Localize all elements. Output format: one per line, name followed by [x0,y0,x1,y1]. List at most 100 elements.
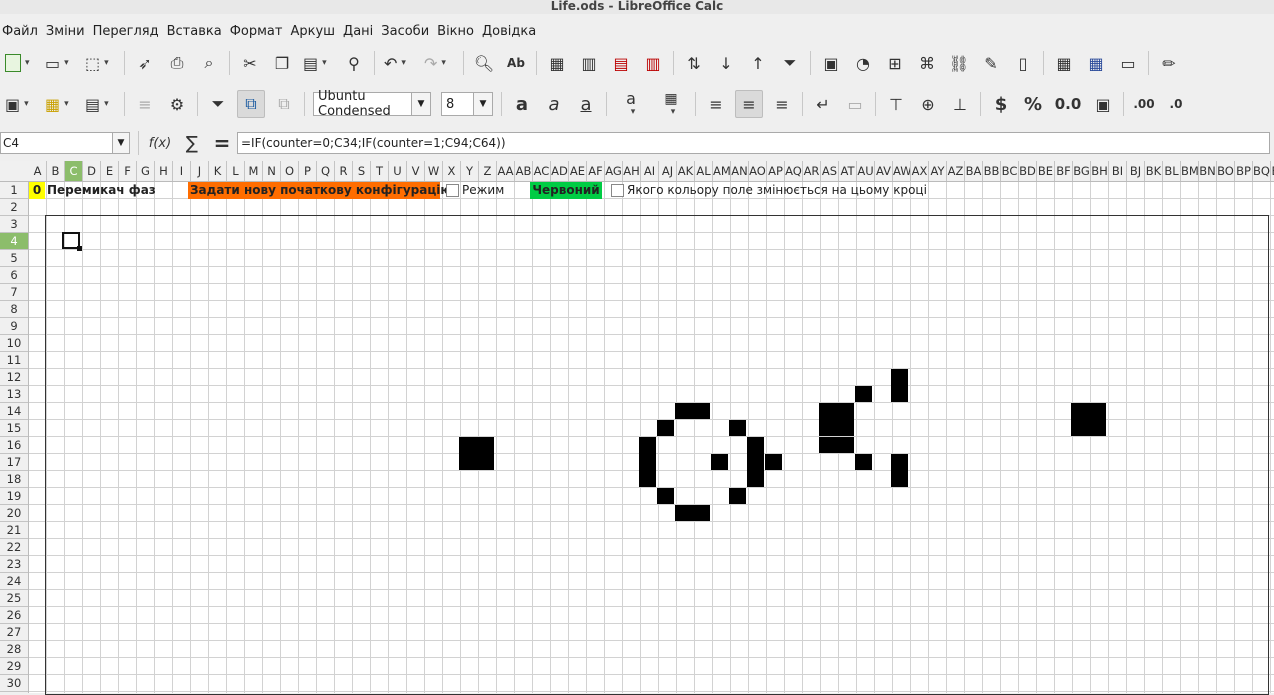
column-header[interactable]: BH [1091,161,1109,181]
row-header[interactable]: 4 [0,233,28,250]
cut-icon[interactable]: ✂ [237,50,263,76]
column-header[interactable]: AG [605,161,623,181]
image-icon[interactable]: ▣ [3,91,37,117]
column-icon[interactable]: ▥ [576,50,602,76]
name-box[interactable]: C4 ▼ [0,132,130,154]
row-header[interactable]: 21 [0,522,28,539]
row-header[interactable]: 19 [0,488,28,505]
row-header[interactable]: 12 [0,369,28,386]
formula-input[interactable]: =IF(counter=0;C34;IF(counter=1;C94;C64)) [237,132,1270,154]
filter-icon[interactable]: ⏷ [205,91,231,117]
column-header[interactable]: BK [1145,161,1163,181]
bold-button[interactable]: a [509,91,535,117]
column-header[interactable]: AS [821,161,839,181]
draw-functions-icon[interactable]: ✏ [1156,50,1182,76]
column-header[interactable]: Z [479,161,497,181]
align-left-icon[interactable]: ≡ [703,91,729,117]
find-replace-icon[interactable]: 🔍︎ [471,50,497,76]
selected-cell[interactable] [62,232,82,251]
row-header[interactable]: 22 [0,539,28,556]
column-header[interactable]: Q [317,161,335,181]
sum-button[interactable]: ∑ [177,133,207,154]
export-pdf-icon[interactable]: ➶ [132,50,158,76]
column-header[interactable]: R [335,161,353,181]
row-header[interactable]: 24 [0,573,28,590]
column-header[interactable]: AO [749,161,767,181]
chevron-down-icon[interactable]: ▼ [473,93,492,115]
italic-button[interactable]: a [541,91,567,117]
column-header[interactable]: AM [713,161,731,181]
column-header[interactable]: X [443,161,461,181]
column-header[interactable]: N [263,161,281,181]
row-header[interactable]: 3 [0,216,28,233]
row-header[interactable]: 10 [0,335,28,352]
font-size-box[interactable]: 8 ▼ [441,92,493,116]
split-window-icon[interactable]: ▭ [1115,50,1141,76]
column-header[interactable]: BA [965,161,983,181]
menu-window[interactable]: Вікно [437,24,482,39]
row-header[interactable]: 6 [0,267,28,284]
align-center-icon[interactable]: ≡ [735,90,763,118]
column-header[interactable]: BM [1181,161,1199,181]
currency-button[interactable]: $ [988,91,1014,117]
insert-chart-icon[interactable]: ◔ [850,50,876,76]
wrap-text-icon[interactable]: ↵ [810,91,836,117]
row-header[interactable]: 1 [0,182,28,199]
sort-icon[interactable]: ⇅ [681,50,707,76]
column-header[interactable]: S [353,161,371,181]
line-style-icon[interactable]: ≡ [132,91,158,117]
border-style-icon[interactable]: ▤ [83,91,117,117]
column-header[interactable]: BC [1001,161,1019,181]
column-header[interactable]: AH [623,161,641,181]
row-header[interactable]: 28 [0,641,28,658]
column-header[interactable]: BE [1037,161,1055,181]
menu-tools[interactable]: Засоби [381,24,437,39]
column-header[interactable]: F [119,161,137,181]
open-icon[interactable]: ▭ [43,50,77,76]
menu-edit[interactable]: Зміни [46,24,93,39]
column-header[interactable]: H [155,161,173,181]
merge-cells-icon[interactable]: ▭ [842,91,868,117]
column-header[interactable]: AC [533,161,551,181]
column-header[interactable]: AU [857,161,875,181]
row-header[interactable]: 20 [0,505,28,522]
column-header[interactable]: AR [803,161,821,181]
insert-image-icon[interactable]: ▣ [818,50,844,76]
column-header[interactable]: B [47,161,65,181]
row-icon[interactable]: ▦ [544,50,570,76]
row-header[interactable]: 30 [0,675,28,692]
comment-icon[interactable]: ✎ [978,50,1004,76]
font-color-icon[interactable]: a [614,91,648,117]
column-header[interactable]: AX [911,161,929,181]
row-header[interactable]: 23 [0,556,28,573]
menu-file[interactable]: Файл [2,24,46,39]
group-icon[interactable]: ⧉ [271,91,297,117]
date-format-icon[interactable]: ▣ [1090,91,1116,117]
row-header[interactable]: 8 [0,301,28,318]
row-header[interactable]: 25 [0,590,28,607]
column-header[interactable]: AB [515,161,533,181]
header-footer-icon[interactable]: ▯ [1010,50,1036,76]
column-header[interactable]: O [281,161,299,181]
column-header[interactable]: E [101,161,119,181]
freeze-rows-icon[interactable]: ▦ [1083,50,1109,76]
row-header[interactable]: 17 [0,454,28,471]
font-name-box[interactable]: Ubuntu Condensed ▼ [313,89,431,119]
row-header[interactable]: 7 [0,284,28,301]
column-header[interactable]: A [29,161,47,181]
column-header[interactable]: AA [497,161,515,181]
column-header[interactable]: V [407,161,425,181]
column-header[interactable]: Y [461,161,479,181]
column-header[interactable]: BG [1073,161,1091,181]
spelling-icon[interactable]: Ab [503,50,529,76]
column-header[interactable]: BP [1235,161,1253,181]
copy-icon[interactable]: ❐ [269,50,295,76]
delete-decimal-icon[interactable]: .0 [1163,91,1189,117]
percent-button[interactable]: % [1020,91,1046,117]
number-format-button[interactable]: 0.0 [1052,91,1084,117]
column-header[interactable]: I [173,161,191,181]
column-header[interactable]: BJ [1127,161,1145,181]
delete-rows-icon[interactable]: ▥ [640,50,666,76]
save-icon[interactable]: ⬚ [83,50,117,76]
paste-icon[interactable]: ▤ [301,50,335,76]
